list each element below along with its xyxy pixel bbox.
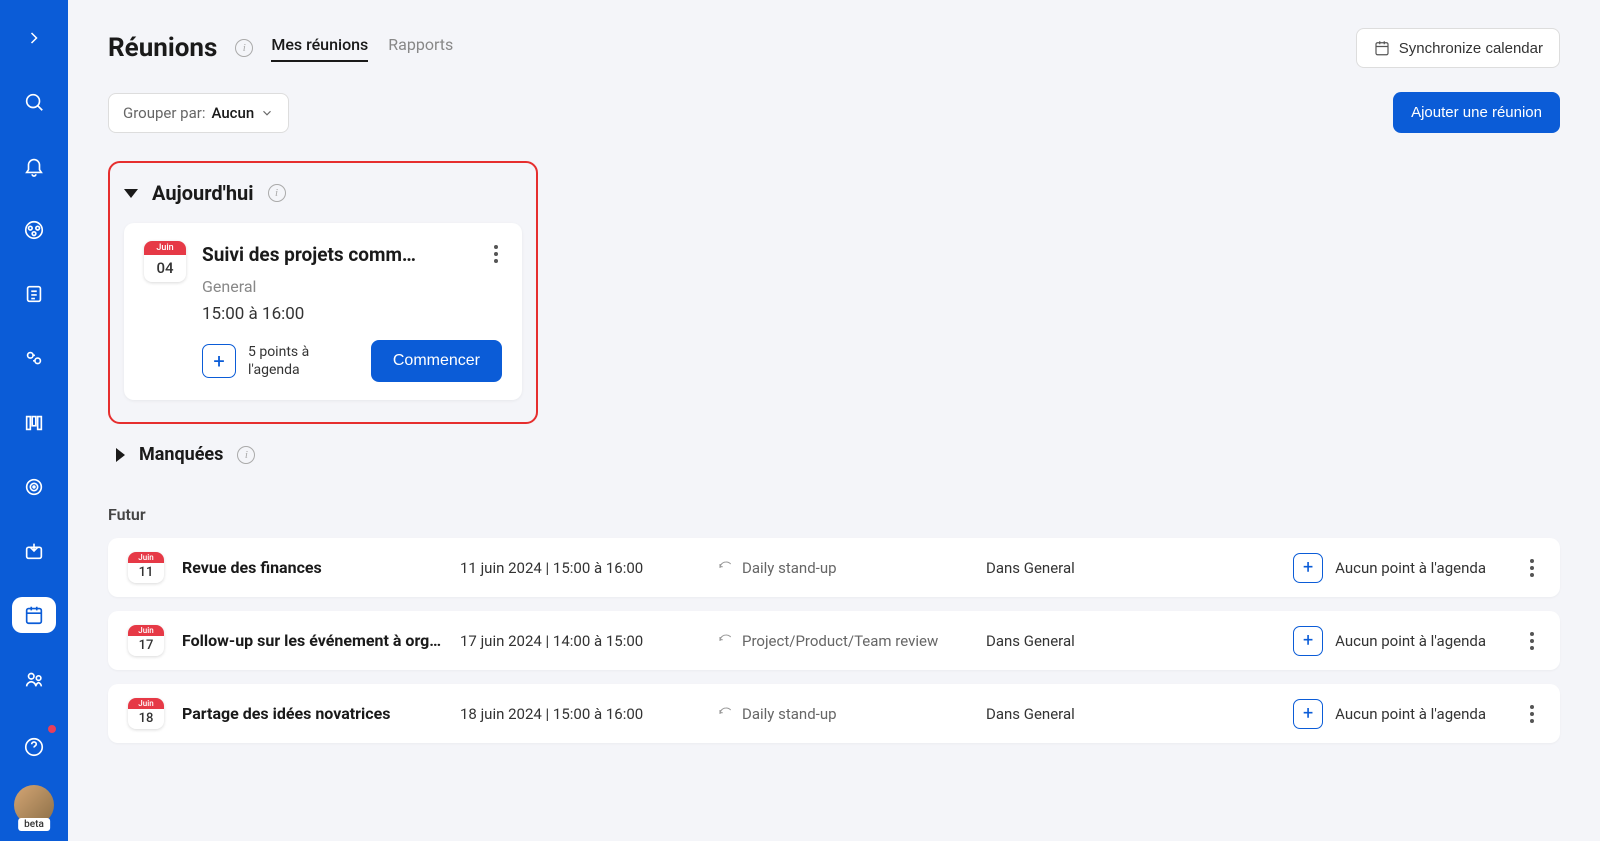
meeting-space: Dans General xyxy=(986,559,1186,577)
today-section-title: Aujourd'hui xyxy=(152,181,254,205)
agenda-count: 5 points à l'agenda xyxy=(248,343,359,379)
meeting-datetime: 17 juin 2024 | 14:00 à 15:00 xyxy=(460,632,700,650)
tabs: Mes réunions Rapports xyxy=(271,35,453,62)
meeting-card[interactable]: Juin 04 Suivi des projets comm… General … xyxy=(124,223,522,400)
future-meeting-row[interactable]: Juin 11 Revue des finances 11 juin 2024 … xyxy=(108,538,1560,597)
agenda-text: Aucun point à l'agenda xyxy=(1335,705,1486,723)
add-agenda-button[interactable]: + xyxy=(1293,626,1323,656)
meeting-title: Follow-up sur les événement à organ… xyxy=(182,631,442,650)
chevron-down-icon[interactable] xyxy=(124,189,138,198)
sync-calendar-button[interactable]: Synchronize calendar xyxy=(1356,28,1560,68)
meeting-title: Partage des idées novatrices xyxy=(182,704,442,723)
sidebar-dashboard-icon[interactable] xyxy=(12,212,56,248)
page-header: Réunions i Mes réunions Rapports Synchro… xyxy=(108,28,1560,68)
info-icon[interactable]: i xyxy=(235,39,253,57)
meeting-recurrence: Project/Product/Team review xyxy=(718,632,968,650)
sidebar-search-icon[interactable] xyxy=(12,84,56,120)
future-meeting-row[interactable]: Juin 18 Partage des idées novatrices 18 … xyxy=(108,684,1560,743)
meeting-recurrence: Daily stand-up xyxy=(718,559,968,577)
sidebar-collapse-toggle[interactable] xyxy=(12,20,56,56)
meeting-space: Dans General xyxy=(986,705,1186,723)
sync-calendar-label: Synchronize calendar xyxy=(1399,40,1543,57)
calendar-badge: Juin 18 xyxy=(128,698,164,729)
future-meeting-row[interactable]: Juin 17 Follow-up sur les événement à or… xyxy=(108,611,1560,670)
meeting-recurrence: Daily stand-up xyxy=(718,705,968,723)
group-by-label: Grouper par: xyxy=(123,104,205,122)
sidebar: beta xyxy=(0,0,68,841)
meeting-datetime: 11 juin 2024 | 15:00 à 16:00 xyxy=(460,559,700,577)
calendar-badge-day: 17 xyxy=(128,636,164,656)
main-content: Réunions i Mes réunions Rapports Synchro… xyxy=(68,0,1600,841)
meeting-time: 15:00 à 16:00 xyxy=(202,304,502,324)
sidebar-inbox-icon[interactable] xyxy=(12,533,56,569)
beta-tag: beta xyxy=(18,818,50,831)
meeting-space: Dans General xyxy=(986,632,1186,650)
more-icon[interactable] xyxy=(490,241,502,267)
calendar-badge-month: Juin xyxy=(128,698,164,709)
calendar-badge: Juin 04 xyxy=(144,241,186,382)
meeting-title: Revue des finances xyxy=(182,558,442,577)
calendar-badge-month: Juin xyxy=(128,552,164,563)
sidebar-board-icon[interactable] xyxy=(12,405,56,441)
calendar-badge-day: 18 xyxy=(128,709,164,729)
calendar-badge: Juin 17 xyxy=(128,625,164,656)
calendar-badge-day: 11 xyxy=(128,563,164,583)
avatar[interactable]: beta xyxy=(14,785,54,825)
add-agenda-button[interactable]: + xyxy=(202,344,236,378)
add-agenda-button[interactable]: + xyxy=(1293,553,1323,583)
page-title: Réunions xyxy=(108,33,217,63)
sidebar-notes-icon[interactable] xyxy=(12,276,56,312)
missed-section-title: Manquées xyxy=(139,444,223,465)
missed-section-header[interactable]: Manquées i xyxy=(108,444,1560,465)
sidebar-target-icon[interactable] xyxy=(12,469,56,505)
notification-dot xyxy=(46,723,58,735)
today-section-header[interactable]: Aujourd'hui i xyxy=(124,181,522,205)
more-icon[interactable] xyxy=(1524,553,1540,583)
info-icon[interactable]: i xyxy=(237,446,255,464)
add-agenda-button[interactable]: + xyxy=(1293,699,1323,729)
calendar-badge-day: 04 xyxy=(144,255,186,282)
add-meeting-button[interactable]: Ajouter une réunion xyxy=(1393,92,1560,133)
agenda-text: Aucun point à l'agenda xyxy=(1335,632,1486,650)
more-icon[interactable] xyxy=(1524,626,1540,656)
meeting-title: Suivi des projets comm… xyxy=(202,243,416,266)
calendar-badge-month: Juin xyxy=(144,241,186,255)
sidebar-help-icon[interactable] xyxy=(12,725,56,769)
future-section-title: Futur xyxy=(108,505,1560,524)
chevron-right-icon[interactable] xyxy=(116,448,125,462)
group-by-value: Aucun xyxy=(211,104,254,122)
start-meeting-button[interactable]: Commencer xyxy=(371,340,502,382)
today-highlight-box: Aujourd'hui i Juin 04 Suivi des projets … xyxy=(108,161,538,424)
tab-reports[interactable]: Rapports xyxy=(388,35,453,62)
sidebar-team-icon[interactable] xyxy=(12,661,56,697)
sidebar-people-icon[interactable] xyxy=(12,340,56,376)
sidebar-calendar-icon[interactable] xyxy=(12,597,56,633)
agenda-text: Aucun point à l'agenda xyxy=(1335,559,1486,577)
info-icon[interactable]: i xyxy=(268,184,286,202)
more-icon[interactable] xyxy=(1524,699,1540,729)
meeting-space: General xyxy=(202,277,502,296)
calendar-badge: Juin 11 xyxy=(128,552,164,583)
meeting-datetime: 18 juin 2024 | 15:00 à 16:00 xyxy=(460,705,700,723)
toolbar: Grouper par: Aucun Ajouter une réunion xyxy=(108,92,1560,133)
sidebar-bell-icon[interactable] xyxy=(12,148,56,184)
calendar-badge-month: Juin xyxy=(128,625,164,636)
group-by-dropdown[interactable]: Grouper par: Aucun xyxy=(108,93,289,133)
tab-my-meetings[interactable]: Mes réunions xyxy=(271,35,368,62)
future-section: Futur Juin 11 Revue des finances 11 juin… xyxy=(108,505,1560,743)
